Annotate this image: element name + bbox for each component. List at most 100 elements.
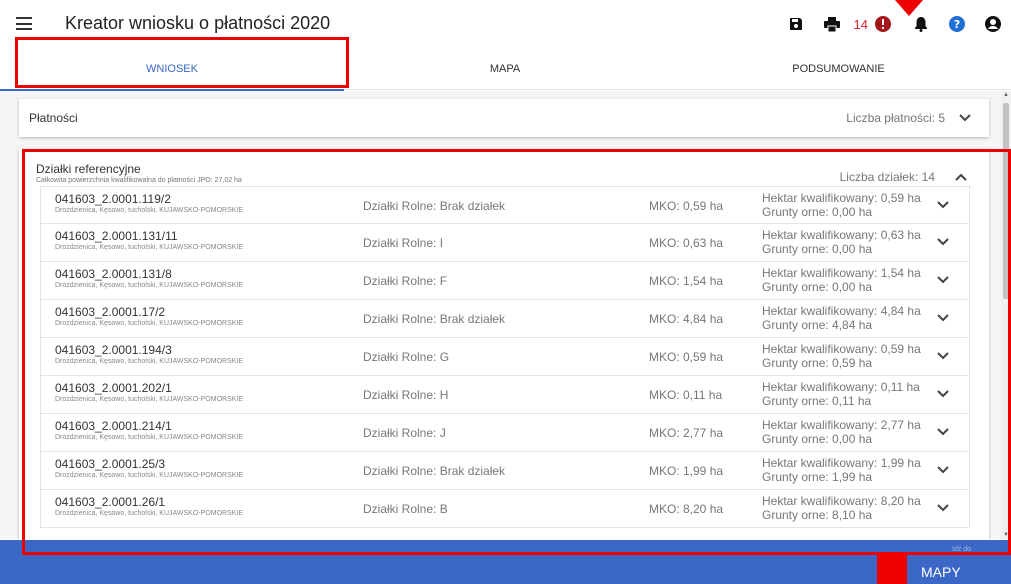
go-to-maps-button[interactable]: Idź do MAPY <box>912 540 992 584</box>
plots-panel: Działki referencyjne Całkowita powierzch… <box>19 149 989 539</box>
plot-id: 041603_2.0001.119/2 <box>55 192 171 206</box>
list-item[interactable]: 041603_2.0001.119/2 Drożdzienica, Kęsowo… <box>40 186 970 224</box>
plot-location: Drożdzienica, Kęsowo, tucholski, KUJAWSK… <box>55 244 244 251</box>
tab-podsumowanie[interactable]: PODSUMOWANIE <box>666 48 1011 90</box>
plot-hektar: Hektar kwalifikowany: 1,99 ha <box>762 456 921 470</box>
vertical-scrollbar[interactable]: ▲ ▼ <box>1001 91 1011 539</box>
chevron-down-icon[interactable] <box>935 310 951 326</box>
plot-id: 041603_2.0001.26/1 <box>55 495 166 509</box>
alert-icon[interactable] <box>871 12 895 36</box>
plot-hektar: Hektar kwalifikowany: 1,54 ha <box>762 266 921 280</box>
tab-mapa[interactable]: MAPA <box>344 48 666 90</box>
help-icon[interactable]: ? <box>945 12 969 36</box>
plot-id: 041603_2.0001.194/3 <box>55 343 172 357</box>
plot-location: Drożdzienica, Kęsowo, tucholski, KUJAWSK… <box>55 510 244 517</box>
chevron-down-icon[interactable] <box>935 462 951 478</box>
plot-rolne: Działki Rolne: H <box>363 388 449 402</box>
tab-wniosek[interactable]: WNIOSEK <box>0 48 344 91</box>
plots-list: 041603_2.0001.119/2 Drożdzienica, Kęsowo… <box>40 186 970 528</box>
svg-text:?: ? <box>954 18 960 31</box>
list-item[interactable]: 041603_2.0001.26/1 Drożdzienica, Kęsowo,… <box>40 490 970 528</box>
list-item[interactable]: 041603_2.0001.202/1 Drożdzienica, Kęsowo… <box>40 376 970 414</box>
plot-id: 041603_2.0001.131/11 <box>55 229 178 243</box>
plot-mko: MKO: 1,99 ha <box>649 464 724 478</box>
scroll-up-arrow-icon[interactable]: ▲ <box>1003 92 1009 98</box>
chevron-down-icon[interactable] <box>935 500 951 516</box>
plot-grunty: Grunty orne: 0,00 ha <box>762 280 873 294</box>
plot-grunty: Grunty orne: 8,10 ha <box>762 508 873 522</box>
menu-icon[interactable] <box>16 17 32 30</box>
maps-label: MAPY <box>921 564 961 580</box>
plot-location: Drożdzienica, Kęsowo, tucholski, KUJAWSK… <box>55 358 244 365</box>
plot-hektar: Hektar kwalifikowany: 0,59 ha <box>762 342 921 356</box>
plot-rolne: Działki Rolne: B <box>363 502 448 516</box>
payments-panel[interactable]: Płatności Liczba płatności: 5 <box>19 99 989 137</box>
plot-rolne: Działki Rolne: I <box>363 236 444 250</box>
plot-hektar: Hektar kwalifikowany: 4,84 ha <box>762 304 921 318</box>
app-header: Kreator wniosku o płatności 2020 14 ? <box>0 0 1011 48</box>
chevron-down-icon[interactable] <box>957 110 973 126</box>
annotation-marker <box>877 552 907 584</box>
page-title: Kreator wniosku o płatności 2020 <box>65 13 331 33</box>
plot-id: 041603_2.0001.214/1 <box>55 419 172 433</box>
plot-mko: MKO: 0,11 ha <box>649 388 723 402</box>
chevron-down-icon[interactable] <box>935 234 951 250</box>
plot-mko: MKO: 0,59 ha <box>649 350 724 364</box>
chevron-down-icon[interactable] <box>935 272 951 288</box>
plots-subtitle: Całkowita powierzchnia kwalifikowalna do… <box>36 177 242 184</box>
plot-location: Drożdzienica, Kęsowo, tucholski, KUJAWSK… <box>55 396 244 403</box>
plot-rolne: Działki Rolne: J <box>363 426 446 440</box>
plot-mko: MKO: 2,77 ha <box>649 426 724 440</box>
chevron-down-icon[interactable] <box>935 386 951 402</box>
plot-mko: MKO: 4,84 ha <box>649 312 724 326</box>
scrollbar-thumb[interactable] <box>1003 103 1009 299</box>
main-content: Płatności Liczba płatności: 5 Działki re… <box>0 91 1001 539</box>
list-item[interactable]: 041603_2.0001.131/11 Drożdzienica, Kęsow… <box>40 224 970 262</box>
plot-hektar: Hektar kwalifikowany: 0,63 ha <box>762 228 921 242</box>
plot-location: Drożdzienica, Kęsowo, tucholski, KUJAWSK… <box>55 207 244 214</box>
plot-mko: MKO: 0,59 ha <box>649 199 724 213</box>
notification-count: 14 <box>853 16 868 32</box>
payments-title: Płatności <box>29 111 78 125</box>
plot-hektar: Hektar kwalifikowany: 8,20 ha <box>762 494 921 508</box>
tab-bar: WNIOSEK MAPA PODSUMOWANIE <box>0 48 1011 91</box>
plot-grunty: Grunty orne: 0,00 ha <box>762 432 873 446</box>
plot-grunty: Grunty orne: 0,00 ha <box>762 205 873 219</box>
list-item[interactable]: 041603_2.0001.131/8 Drożdzienica, Kęsowo… <box>40 262 970 300</box>
chevron-up-icon[interactable] <box>953 169 969 185</box>
plots-count: Liczba działek: 14 <box>839 170 935 184</box>
plot-grunty: Grunty orne: 1,99 ha <box>762 470 873 484</box>
plots-title: Działki referencyjne <box>36 162 141 176</box>
plot-hektar: Hektar kwalifikowany: 0,11 ha <box>762 380 920 394</box>
list-item[interactable]: 041603_2.0001.25/3 Drożdzienica, Kęsowo,… <box>40 452 970 490</box>
payments-count: Liczba płatności: 5 <box>846 111 945 125</box>
plot-id: 041603_2.0001.17/2 <box>55 305 166 319</box>
plot-rolne: Działki Rolne: Brak działek <box>363 312 506 326</box>
account-icon[interactable] <box>981 12 1005 36</box>
plot-id: 041603_2.0001.202/1 <box>55 381 172 395</box>
chevron-down-icon[interactable] <box>935 348 951 364</box>
plot-rolne: Działki Rolne: G <box>363 350 450 364</box>
scroll-down-arrow-icon[interactable]: ▼ <box>1003 532 1009 538</box>
plot-grunty: Grunty orne: 0,00 ha <box>762 242 873 256</box>
list-item[interactable]: 041603_2.0001.214/1 Drożdzienica, Kęsowo… <box>40 414 970 452</box>
annotation-arrow-icon <box>895 0 923 16</box>
save-icon[interactable] <box>784 12 808 36</box>
plot-id: 041603_2.0001.25/3 <box>55 457 166 471</box>
plot-hektar: Hektar kwalifikowany: 2,77 ha <box>762 418 921 432</box>
go-to-label: Idź do <box>952 546 972 553</box>
chevron-down-icon[interactable] <box>935 197 951 213</box>
plot-mko: MKO: 0,63 ha <box>649 236 724 250</box>
plot-hektar: Hektar kwalifikowany: 0,59 ha <box>762 191 921 205</box>
print-icon[interactable] <box>820 12 844 36</box>
plot-location: Drożdzienica, Kęsowo, tucholski, KUJAWSK… <box>55 434 244 441</box>
chevron-down-icon[interactable] <box>935 424 951 440</box>
plot-mko: MKO: 1,54 ha <box>649 274 724 288</box>
plot-rolne: Działki Rolne: Brak działek <box>363 464 506 478</box>
list-item[interactable]: 041603_2.0001.194/3 Drożdzienica, Kęsowo… <box>40 338 970 376</box>
plot-rolne: Działki Rolne: Brak działek <box>363 199 506 213</box>
plot-grunty: Grunty orne: 4,84 ha <box>762 318 873 332</box>
footer-bar: Idź do MAPY <box>0 540 1011 584</box>
plot-grunty: Grunty orne: 0,59 ha <box>762 356 873 370</box>
list-item[interactable]: 041603_2.0001.17/2 Drożdzienica, Kęsowo,… <box>40 300 970 338</box>
